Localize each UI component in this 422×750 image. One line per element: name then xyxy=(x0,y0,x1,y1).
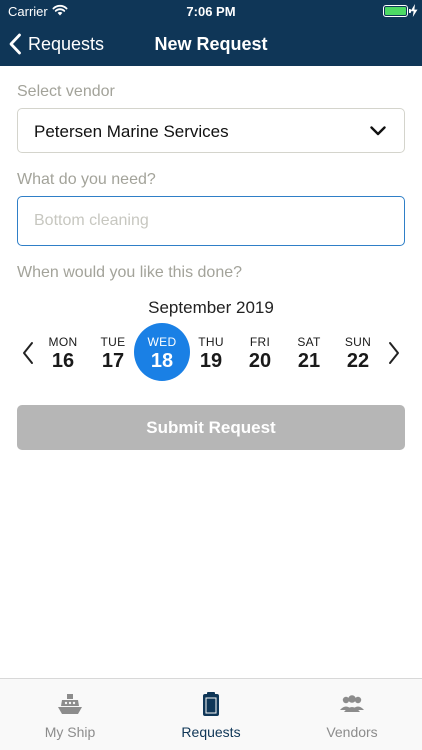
day-number: 18 xyxy=(150,350,174,372)
day-of-week: TUE xyxy=(100,335,126,349)
submit-request-button[interactable]: Submit Request xyxy=(17,405,405,450)
day-cell[interactable]: MON 16 xyxy=(35,323,91,381)
day-of-week: WED xyxy=(147,335,177,349)
day-cell[interactable]: FRI 20 xyxy=(232,323,288,381)
need-label: What do you need? xyxy=(17,171,156,188)
tab-label: Vendors xyxy=(326,724,378,740)
top-bar: Carrier 7:06 PM Requests New Request xyxy=(0,0,422,66)
vendor-selected-value: Petersen Marine Services xyxy=(34,122,229,141)
day-of-week: SAT xyxy=(297,335,321,349)
day-cell[interactable]: SAT 21 xyxy=(281,323,337,381)
day-cell[interactable]: SUN 22 xyxy=(330,323,386,381)
tab-label: Requests xyxy=(181,724,241,740)
chevron-left-icon[interactable] xyxy=(21,341,35,365)
people-icon xyxy=(340,695,364,712)
day-number: 16 xyxy=(51,350,75,372)
back-button[interactable]: Requests xyxy=(8,30,104,58)
day-number: 21 xyxy=(297,350,321,372)
chevron-left-icon xyxy=(9,33,21,55)
day-number: 22 xyxy=(346,350,370,372)
day-number: 19 xyxy=(199,350,223,372)
vendor-select[interactable]: Petersen Marine Services xyxy=(17,108,405,153)
vendor-label: Select vendor xyxy=(17,83,115,100)
back-button-label: Requests xyxy=(28,33,105,54)
status-bar: Carrier 7:06 PM xyxy=(0,0,422,22)
day-of-week: FRI xyxy=(249,335,271,349)
day-number: 17 xyxy=(101,350,125,372)
tab-bar: My Ship Requests Vendors xyxy=(0,678,422,750)
calendar-month: September 2019 xyxy=(148,298,274,317)
need-input[interactable] xyxy=(17,196,405,246)
day-of-week: THU xyxy=(198,335,224,349)
chevron-right-icon[interactable] xyxy=(387,341,401,365)
tab-my-ship[interactable]: My Ship xyxy=(0,679,140,750)
charging-bolt-icon xyxy=(410,4,418,17)
tab-label: My Ship xyxy=(44,724,96,740)
day-cell[interactable]: TUE 17 xyxy=(85,323,141,381)
day-cell-selected[interactable]: WED 18 xyxy=(134,323,190,381)
day-of-week: MON xyxy=(48,335,78,349)
chevron-down-icon xyxy=(370,126,386,136)
tab-vendors[interactable]: Vendors xyxy=(282,679,422,750)
tab-requests[interactable]: Requests xyxy=(141,679,281,750)
status-time: 7:06 PM xyxy=(186,4,236,19)
battery-icon xyxy=(383,5,411,17)
day-number: 20 xyxy=(248,350,272,372)
day-cell[interactable]: THU 19 xyxy=(183,323,239,381)
clipboard-icon xyxy=(203,692,219,716)
day-of-week: SUN xyxy=(344,335,372,349)
ship-icon xyxy=(58,694,82,714)
when-label: When would you like this done? xyxy=(17,264,243,281)
navigation-bar: Requests New Request xyxy=(0,22,422,66)
